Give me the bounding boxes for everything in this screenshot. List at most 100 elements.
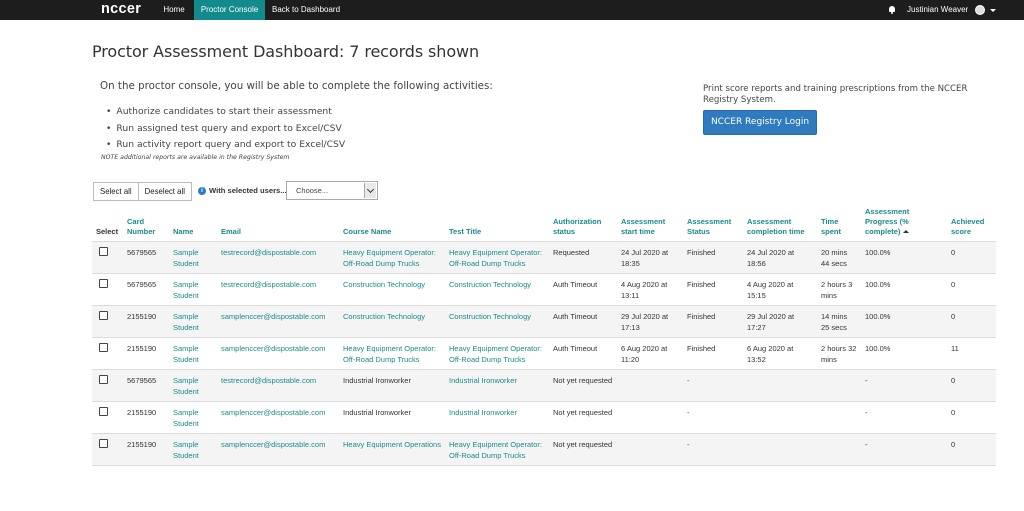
bulk-action-select[interactable]: Choose... bbox=[286, 181, 378, 200]
col-time-spent[interactable]: Time spent bbox=[817, 205, 861, 242]
course-name-link[interactable]: Heavy Equipment Operations bbox=[339, 433, 445, 466]
student-name-link[interactable]: Sample Student bbox=[169, 305, 217, 338]
assessment-status-cell: - bbox=[683, 401, 743, 434]
progress-cell: - bbox=[861, 369, 947, 402]
time-spent-cell: 2 hours 32 mins bbox=[817, 337, 861, 370]
student-name-link[interactable]: Sample Student bbox=[169, 401, 217, 434]
col-email[interactable]: Email bbox=[217, 205, 339, 242]
selection-button-group: Select all Deselect all bbox=[93, 182, 192, 201]
select-cell bbox=[92, 433, 123, 466]
course-name-link[interactable]: Heavy Equipment Operator: Off-Road Dump … bbox=[339, 337, 445, 370]
start-time-cell: 4 Aug 2020 at 13:11 bbox=[617, 273, 683, 306]
test-title-link[interactable]: Construction Technology bbox=[445, 305, 549, 338]
col-achieved-score[interactable]: Achieved score bbox=[947, 205, 996, 242]
progress-cell: 100.0% bbox=[861, 241, 947, 274]
row-checkbox[interactable] bbox=[99, 439, 108, 448]
completion-time-cell: 29 Jul 2020 at 17:27 bbox=[743, 305, 817, 338]
row-checkbox[interactable] bbox=[99, 279, 108, 288]
nccer-logo[interactable]: nccer bbox=[101, 0, 141, 20]
registry-login-button[interactable]: NCCER Registry Login bbox=[703, 110, 817, 135]
list-item: Run assigned test query and export to Ex… bbox=[106, 121, 345, 138]
student-name-link[interactable]: Sample Student bbox=[169, 337, 217, 370]
col-assessment-status[interactable]: Assessment Status bbox=[683, 205, 743, 242]
start-time-cell: 29 Jul 2020 at 17:13 bbox=[617, 305, 683, 338]
completion-time-cell bbox=[743, 369, 817, 402]
progress-cell: 100.0% bbox=[861, 273, 947, 306]
bell-icon[interactable] bbox=[889, 6, 895, 14]
authorization-status-cell: Not yet requested bbox=[549, 401, 617, 434]
assessment-status-cell: Finished bbox=[683, 337, 743, 370]
intro-text: On the proctor console, you will be able… bbox=[100, 80, 493, 92]
col-name[interactable]: Name bbox=[169, 205, 217, 242]
achieved-score-cell: 0 bbox=[947, 273, 996, 306]
authorization-status-cell: Auth Timeout bbox=[549, 337, 617, 370]
email-link[interactable]: testrecord@dispostable.com bbox=[217, 369, 339, 402]
course-name-link[interactable]: Heavy Equipment Operator: Off-Road Dump … bbox=[339, 241, 445, 274]
course-name-cell: Industrial Ironworker bbox=[339, 369, 445, 402]
table-row: 2155190 Sample Student samplenccer@dispost… bbox=[92, 433, 996, 466]
achieved-score-cell: 0 bbox=[947, 401, 996, 434]
col-progress[interactable]: Assessment Progress (% complete) bbox=[861, 205, 947, 242]
row-checkbox[interactable] bbox=[99, 407, 108, 416]
nav-proctor-console[interactable]: Proctor Console bbox=[194, 0, 265, 20]
authorization-status-cell: Not yet requested bbox=[549, 433, 617, 466]
col-test-title[interactable]: Test Title bbox=[445, 205, 549, 242]
email-link[interactable]: samplenccer@dispostable.com bbox=[217, 305, 339, 338]
test-title-link[interactable]: Heavy Equipment Operator: Off-Road Dump … bbox=[445, 241, 549, 274]
assessment-status-cell: - bbox=[683, 369, 743, 402]
nav-home[interactable]: Home bbox=[155, 0, 193, 20]
time-spent-cell bbox=[817, 433, 861, 466]
select-all-button[interactable]: Select all bbox=[93, 182, 139, 201]
list-item: Authorize candidates to start their asse… bbox=[106, 104, 345, 121]
user-name: Justinian Weaver bbox=[907, 5, 969, 14]
student-name-link[interactable]: Sample Student bbox=[169, 273, 217, 306]
select-cell bbox=[92, 305, 123, 338]
test-title-link[interactable]: Heavy Equipment Operator: Off-Road Dump … bbox=[445, 433, 549, 466]
test-title-link[interactable]: Construction Technology bbox=[445, 273, 549, 306]
course-name-link[interactable]: Construction Technology bbox=[339, 305, 445, 338]
select-cell bbox=[92, 273, 123, 306]
card-number-cell: 2155190 bbox=[123, 337, 169, 370]
info-icon[interactable]: i bbox=[198, 187, 206, 195]
select-cell bbox=[92, 241, 123, 274]
row-checkbox[interactable] bbox=[99, 343, 108, 352]
user-menu[interactable]: Justinian Weaver bbox=[882, 0, 1000, 20]
email-link[interactable]: samplenccer@dispostable.com bbox=[217, 433, 339, 466]
col-completion-time[interactable]: Assessment completion time bbox=[743, 205, 817, 242]
deselect-all-button[interactable]: Deselect all bbox=[138, 182, 192, 201]
chevron-down-icon bbox=[990, 9, 996, 12]
student-name-link[interactable]: Sample Student bbox=[169, 241, 217, 274]
assessment-status-cell: - bbox=[683, 433, 743, 466]
table-row: 2155190 Sample Student samplenccer@dispost… bbox=[92, 305, 996, 338]
achieved-score-cell: 11 bbox=[947, 337, 996, 370]
with-selected-label: With selected users... bbox=[209, 186, 287, 195]
student-name-link[interactable]: Sample Student bbox=[169, 369, 217, 402]
email-link[interactable]: samplenccer@dispostable.com bbox=[217, 401, 339, 434]
course-name-link[interactable]: Construction Technology bbox=[339, 273, 445, 306]
test-title-link[interactable]: Industrial Ironworker bbox=[445, 401, 549, 434]
row-checkbox[interactable] bbox=[99, 375, 108, 384]
student-name-link[interactable]: Sample Student bbox=[169, 433, 217, 466]
progress-cell: 100.0% bbox=[861, 337, 947, 370]
email-link[interactable]: testrecord@dispostable.com bbox=[217, 241, 339, 274]
email-link[interactable]: samplenccer@dispostable.com bbox=[217, 337, 339, 370]
page-title: Proctor Assessment Dashboard: 7 records … bbox=[92, 42, 480, 61]
card-number-cell: 5679565 bbox=[123, 273, 169, 306]
row-checkbox[interactable] bbox=[99, 247, 108, 256]
table-header-row: Select Card Number Name Email Course Nam… bbox=[92, 205, 996, 242]
completion-time-cell bbox=[743, 433, 817, 466]
time-spent-cell bbox=[817, 369, 861, 402]
col-course-name[interactable]: Course Name bbox=[339, 205, 445, 242]
nav-back-to-dashboard[interactable]: Back to Dashboard bbox=[272, 0, 354, 20]
test-title-link[interactable]: Industrial Ironworker bbox=[445, 369, 549, 402]
col-authorization-status[interactable]: Authorization status bbox=[549, 205, 617, 242]
col-card-number[interactable]: Card Number bbox=[123, 205, 169, 242]
start-time-cell bbox=[617, 433, 683, 466]
test-title-link[interactable]: Heavy Equipment Operator: Off-Road Dump … bbox=[445, 337, 549, 370]
avatar bbox=[975, 5, 985, 15]
authorization-status-cell: Not yet requested bbox=[549, 369, 617, 402]
row-checkbox[interactable] bbox=[99, 311, 108, 320]
time-spent-cell: 14 mins 25 secs bbox=[817, 305, 861, 338]
email-link[interactable]: testrecord@dispostable.com bbox=[217, 273, 339, 306]
col-start-time[interactable]: Assessment start time bbox=[617, 205, 683, 242]
